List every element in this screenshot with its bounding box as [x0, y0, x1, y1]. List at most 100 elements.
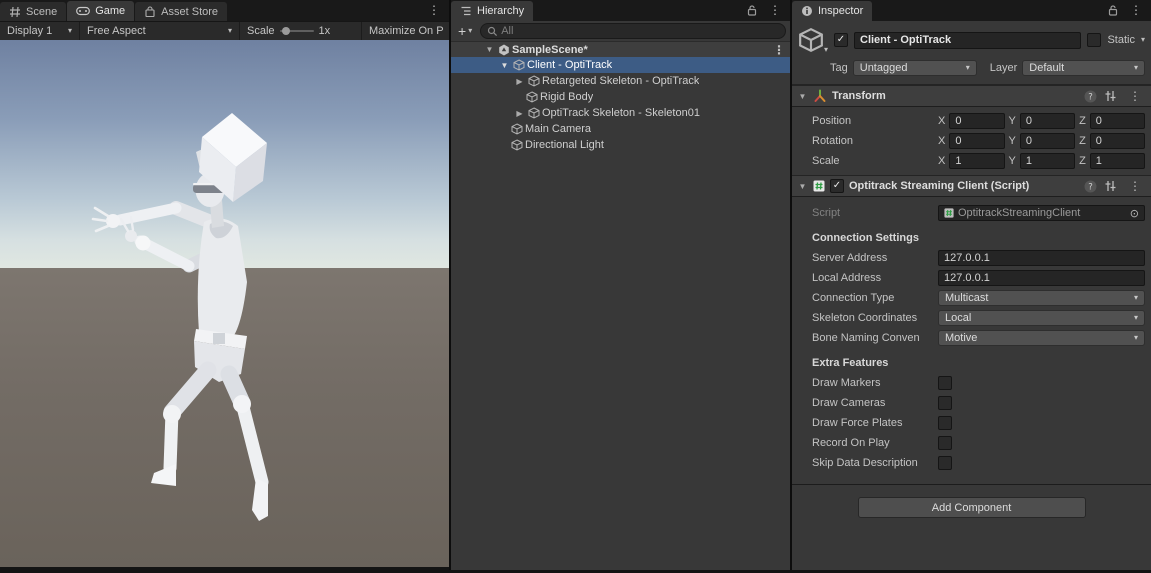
connection-type-dropdown[interactable]: Multicast ▾	[938, 290, 1145, 306]
maximize-on-play-label: Maximize On P	[369, 25, 444, 37]
position-z-field[interactable]: 0	[1090, 113, 1145, 129]
static-checkbox[interactable]	[1087, 33, 1101, 47]
axis-z-label: Z	[1079, 115, 1086, 127]
asset-store-bag-icon	[144, 6, 156, 18]
optitrack-script-component: ▼ ✓ Optitrack Streaming Client (Script) …	[792, 175, 1151, 475]
local-address-label: Local Address	[812, 272, 934, 284]
tab-inspector-label: Inspector	[818, 5, 863, 17]
chevron-down-icon: ▾	[468, 27, 472, 35]
hierarchy-item-directional-light[interactable]: Directional Light	[451, 137, 790, 153]
static-label: Static	[1107, 34, 1135, 46]
plus-icon: +	[458, 23, 466, 39]
presets-icon[interactable]	[1104, 90, 1117, 102]
aspect-dropdown-value: Free Aspect	[87, 25, 146, 37]
foldout-open-icon[interactable]: ▼	[797, 182, 808, 191]
component-enabled-checkbox[interactable]: ✓	[830, 179, 844, 193]
lock-icon[interactable]	[1107, 4, 1119, 16]
aspect-dropdown[interactable]: Free Aspect ▾	[80, 22, 240, 40]
position-y-field[interactable]: 0	[1020, 113, 1075, 129]
optitrack-script-header[interactable]: ▼ ✓ Optitrack Streaming Client (Script) …	[792, 175, 1151, 197]
gameobject-name-field[interactable]: Client - OptiTrack	[854, 32, 1081, 49]
position-label: Position	[812, 115, 934, 127]
hierarchy-item-label: Client - OptiTrack	[527, 59, 612, 71]
rotation-x-field[interactable]: 0	[949, 133, 1004, 149]
rotation-z-field[interactable]: 0	[1090, 133, 1145, 149]
display-dropdown[interactable]: Display 1 ▾	[0, 22, 80, 40]
hierarchy-search-input[interactable]: All	[480, 23, 786, 39]
optitrack-script-title: Optitrack Streaming Client (Script)	[849, 180, 1079, 192]
add-component-label: Add Component	[932, 502, 1012, 514]
check-icon: ✓	[833, 181, 841, 191]
axis-y-label: Y	[1009, 135, 1016, 147]
hierarchy-scene-row[interactable]: ▼ SampleScene* ⋮	[451, 42, 790, 57]
hierarchy-item-rigid-body[interactable]: Rigid Body	[451, 89, 790, 105]
skip-data-description-label: Skip Data Description	[812, 457, 934, 469]
gameobject-icon[interactable]: ▾	[798, 26, 828, 54]
scale-x-field[interactable]: 1	[949, 153, 1004, 169]
add-component-area: Add Component	[792, 484, 1151, 518]
transform-component: ▼ Transform ?	[792, 85, 1151, 175]
lock-icon[interactable]	[746, 4, 758, 16]
help-icon[interactable]: ?	[1084, 180, 1097, 193]
bone-naming-convention-dropdown[interactable]: Motive ▾	[938, 330, 1145, 346]
tag-dropdown[interactable]: Untagged ▾	[853, 60, 977, 76]
add-component-button[interactable]: Add Component	[858, 497, 1086, 518]
skip-data-description-checkbox[interactable]	[938, 456, 952, 470]
scene-grid-icon	[9, 6, 21, 18]
hierarchy-item-main-camera[interactable]: Main Camera	[451, 121, 790, 137]
draw-cameras-checkbox[interactable]	[938, 396, 952, 410]
tab-asset-store[interactable]: Asset Store	[135, 2, 227, 21]
tab-game[interactable]: Game	[67, 1, 134, 21]
draw-force-plates-checkbox[interactable]	[938, 416, 952, 430]
layer-dropdown[interactable]: Default ▾	[1022, 60, 1145, 76]
tag-value: Untagged	[860, 62, 908, 74]
skeleton-coordinates-label: Skeleton Coordinates	[812, 312, 934, 324]
scale-y-field[interactable]: 1	[1020, 153, 1075, 169]
server-address-label: Server Address	[812, 252, 934, 264]
optitrack-script-body: Script OptitrackStreamingClient ⊙ Connec…	[792, 197, 1151, 475]
active-checkbox[interactable]: ✓	[834, 33, 848, 47]
hierarchy-item-label: Retargeted Skeleton - OptiTrack	[542, 75, 699, 87]
game-panel-menu-icon[interactable]: ⋮	[423, 3, 445, 17]
presets-icon[interactable]	[1104, 180, 1117, 192]
inspector-menu-icon[interactable]: ⋮	[1125, 3, 1147, 17]
hierarchy-item-client-optitrack[interactable]: ▼ Client - OptiTrack	[451, 57, 790, 73]
script-menu-icon[interactable]: ⋮	[1124, 179, 1146, 193]
foldout-closed-icon[interactable]: ▶	[513, 109, 526, 118]
game-viewport[interactable]	[0, 40, 449, 573]
position-row: Position X 0 Y 0 Z 0	[792, 111, 1151, 131]
hierarchy-item-optitrack-skeleton[interactable]: ▶ OptiTrack Skeleton - Skeleton01	[451, 105, 790, 121]
foldout-closed-icon[interactable]: ▶	[513, 77, 526, 86]
server-address-field[interactable]: 127.0.0.1	[938, 250, 1145, 266]
scale-slider-knob[interactable]	[282, 27, 290, 35]
tab-game-label: Game	[95, 5, 125, 17]
foldout-open-icon[interactable]: ▼	[498, 61, 511, 70]
rotation-y-field[interactable]: 0	[1020, 133, 1075, 149]
tab-inspector[interactable]: Inspector	[792, 1, 872, 21]
draw-markers-checkbox[interactable]	[938, 376, 952, 390]
object-picker-icon[interactable]: ⊙	[1130, 207, 1139, 220]
skeleton-coordinates-dropdown[interactable]: Local ▾	[938, 310, 1145, 326]
maximize-on-play-button[interactable]: Maximize On P	[362, 22, 449, 40]
tab-hierarchy[interactable]: Hierarchy	[451, 1, 533, 21]
create-object-button[interactable]: + ▾	[455, 23, 475, 39]
hierarchy-item-label: Directional Light	[525, 139, 604, 151]
skip-data-description-row: Skip Data Description	[792, 453, 1151, 473]
record-on-play-checkbox[interactable]	[938, 436, 952, 450]
transform-header[interactable]: ▼ Transform ?	[792, 85, 1151, 107]
transform-menu-icon[interactable]: ⋮	[1124, 89, 1146, 103]
position-x-field[interactable]: 0	[949, 113, 1004, 129]
layer-label: Layer	[990, 62, 1018, 74]
hierarchy-menu-icon[interactable]: ⋮	[764, 3, 786, 17]
help-icon[interactable]: ?	[1084, 90, 1097, 103]
chevron-down-icon[interactable]: ▾	[1141, 36, 1145, 44]
script-object-field[interactable]: OptitrackStreamingClient ⊙	[938, 205, 1145, 221]
tab-scene[interactable]: Scene	[0, 2, 66, 21]
scene-menu-icon[interactable]: ⋮	[768, 43, 790, 57]
foldout-open-icon[interactable]: ▼	[797, 92, 808, 101]
scale-z-field[interactable]: 1	[1090, 153, 1145, 169]
scale-slider[interactable]	[280, 30, 314, 32]
local-address-field[interactable]: 127.0.0.1	[938, 270, 1145, 286]
foldout-open-icon[interactable]: ▼	[483, 45, 496, 54]
hierarchy-item-retargeted-skeleton[interactable]: ▶ Retargeted Skeleton - OptiTrack	[451, 73, 790, 89]
